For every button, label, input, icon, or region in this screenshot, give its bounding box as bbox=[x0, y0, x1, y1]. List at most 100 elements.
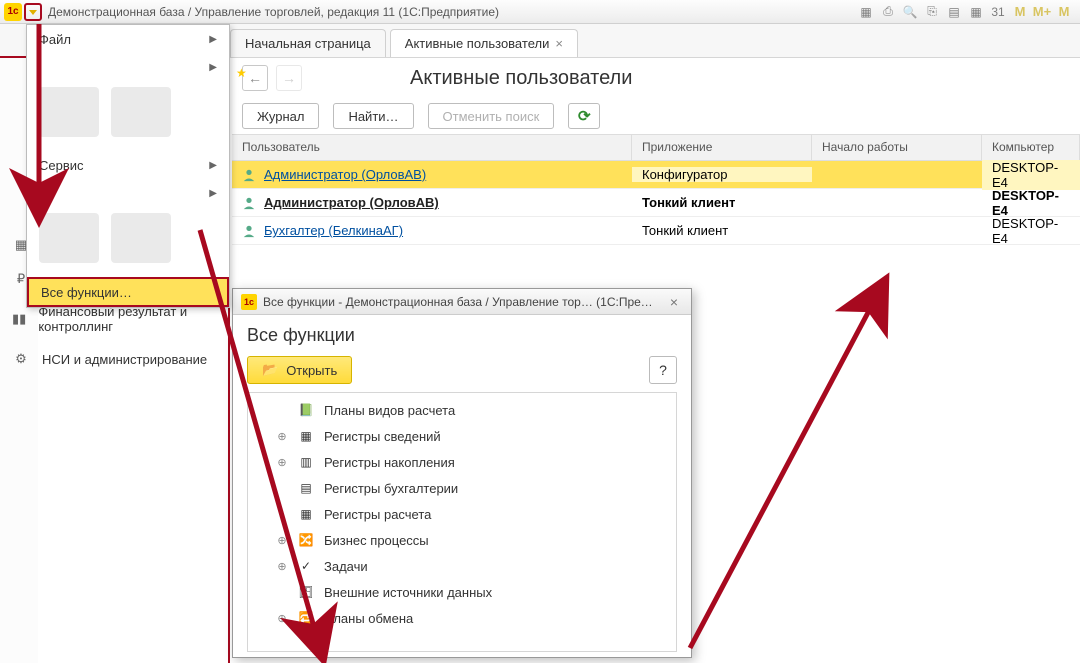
dialog-titlebar[interactable]: 1c Все функции - Демонстрационная база /… bbox=[233, 289, 691, 315]
submenu-arrow-icon: ▶ bbox=[209, 160, 217, 171]
calendar-icon[interactable]: ▦ bbox=[968, 4, 984, 20]
expander-icon[interactable]: ⊕ bbox=[276, 560, 288, 573]
bp-icon: 🔀 bbox=[298, 532, 314, 548]
titlebar-tools: ▦ ⎙ 🔍 ⎘ ▤ ▦ 31 M M+ M bbox=[858, 4, 1080, 20]
user-icon bbox=[242, 224, 256, 238]
user-link[interactable]: Администратор (ОрловАВ) bbox=[264, 167, 426, 182]
submenu-arrow-icon: ▶ bbox=[209, 34, 217, 45]
expander-icon[interactable]: ⊕ bbox=[276, 430, 288, 443]
window-title: Демонстрационная база / Управление торго… bbox=[48, 5, 499, 19]
tree-item[interactable]: ▦Регистры расчета bbox=[248, 501, 676, 527]
users-grid: Пользователь Приложение Начало работы Ко… bbox=[232, 134, 1080, 245]
all-functions-dialog: 1c Все функции - Демонстрационная база /… bbox=[232, 288, 692, 658]
menu-blank[interactable]: ▶ bbox=[27, 53, 229, 81]
cell-app: Тонкий клиент bbox=[632, 223, 812, 238]
col-start[interactable]: Начало работы bbox=[812, 135, 982, 160]
open-button[interactable]: 📂 Открыть bbox=[247, 356, 352, 384]
tab-label: Активные пользователи bbox=[405, 36, 550, 51]
window-thumbnail[interactable] bbox=[111, 213, 171, 263]
menu-thumbnails bbox=[27, 81, 229, 151]
menu-file[interactable]: Файл ▶ bbox=[27, 25, 229, 53]
date-icon[interactable]: 31 bbox=[990, 4, 1006, 20]
system-menu: Файл ▶ ▶ Сервис ▶ ▶ Все функции… bbox=[26, 24, 230, 308]
grid-row[interactable]: Бухгалтер (БелкинаАГ) Тонкий клиент DESK… bbox=[232, 217, 1080, 245]
tree-item[interactable]: ▤Регистры бухгалтерии bbox=[248, 475, 676, 501]
sidebar-item-nsi-admin[interactable]: ⚙ НСИ и администрирование bbox=[0, 342, 228, 376]
info-register-icon: ▦ bbox=[298, 428, 314, 444]
gear-icon: ⚙ bbox=[12, 350, 30, 368]
tool-icon[interactable]: ▦ bbox=[858, 4, 874, 20]
expander-icon[interactable]: ⊕ bbox=[276, 456, 288, 469]
window-thumbnail[interactable] bbox=[39, 87, 99, 137]
grid-row[interactable]: Администратор (ОрловАВ) Тонкий клиент DE… bbox=[232, 189, 1080, 217]
cell-app: Конфигуратор bbox=[632, 167, 812, 182]
tab-active-users[interactable]: Активные пользователи × bbox=[390, 29, 578, 57]
close-icon[interactable]: × bbox=[555, 36, 563, 51]
print-icon[interactable]: ⎙ bbox=[880, 4, 896, 20]
tree-item[interactable]: ⊕🔁Планы обмена bbox=[248, 605, 676, 631]
tree-item[interactable]: 🗄Внешние источники данных bbox=[248, 579, 676, 605]
m-plus-indicator[interactable]: M+ bbox=[1034, 4, 1050, 20]
search-icon[interactable]: 🔍 bbox=[902, 4, 918, 20]
tree-item[interactable]: 📗Планы видов расчета bbox=[248, 397, 676, 423]
menu-all-functions[interactable]: Все функции… bbox=[27, 277, 229, 307]
page-header: ← → Активные пользователи bbox=[232, 58, 1080, 98]
submenu-arrow-icon: ▶ bbox=[209, 188, 217, 199]
user-icon bbox=[242, 196, 256, 210]
expander-icon[interactable]: ⊕ bbox=[276, 612, 288, 625]
dialog-heading: Все функции bbox=[247, 325, 677, 346]
titlebar: 1c Демонстрационная база / Управление то… bbox=[0, 0, 1080, 24]
acc-register-icon: ▤ bbox=[298, 480, 314, 496]
menu-blank2[interactable]: ▶ bbox=[27, 179, 229, 207]
dialog-title: Все функции - Демонстрационная база / Уп… bbox=[263, 295, 659, 309]
accum-register-icon: ▥ bbox=[298, 454, 314, 470]
refresh-button[interactable]: ⟳ bbox=[568, 103, 600, 129]
link-icon[interactable]: ⎘ bbox=[924, 4, 940, 20]
grid-row[interactable]: Администратор (ОрловАВ) Конфигуратор DES… bbox=[232, 161, 1080, 189]
close-icon[interactable]: × bbox=[665, 293, 683, 311]
favorite-star-icon[interactable]: ★ bbox=[236, 66, 247, 80]
tree-item[interactable]: ⊕🔀Бизнес процессы bbox=[248, 527, 676, 553]
refresh-icon: ⟳ bbox=[578, 107, 591, 125]
col-user[interactable]: Пользователь bbox=[232, 135, 632, 160]
nav-forward-button[interactable]: → bbox=[276, 65, 302, 91]
calc-register-icon: ▦ bbox=[298, 506, 314, 522]
menu-thumbnails bbox=[27, 207, 229, 277]
cancel-search-button[interactable]: Отменить поиск bbox=[428, 103, 555, 129]
grid-header: Пользователь Приложение Начало работы Ко… bbox=[232, 135, 1080, 161]
user-icon bbox=[242, 168, 256, 182]
help-button[interactable]: ? bbox=[649, 356, 677, 384]
folder-open-icon: 📂 bbox=[262, 362, 278, 378]
cell-comp: DESKTOP-E4 bbox=[982, 188, 1080, 218]
functions-tree[interactable]: 📗Планы видов расчета ⊕▦Регистры сведений… bbox=[247, 392, 677, 652]
page-title: Активные пользователи bbox=[410, 67, 632, 90]
tree-item[interactable]: ⊕▦Регистры сведений bbox=[248, 423, 676, 449]
expander-icon[interactable]: ⊕ bbox=[276, 534, 288, 547]
m-indicator-2[interactable]: M bbox=[1056, 4, 1072, 20]
user-link[interactable]: Администратор (ОрловАВ) bbox=[264, 195, 439, 210]
window-thumbnail[interactable] bbox=[111, 87, 171, 137]
calc-icon[interactable]: ▤ bbox=[946, 4, 962, 20]
journal-button[interactable]: Журнал bbox=[242, 103, 319, 129]
user-link[interactable]: Бухгалтер (БелкинаАГ) bbox=[264, 223, 403, 238]
tree-item[interactable]: ⊕✓Задачи bbox=[248, 553, 676, 579]
window-thumbnail[interactable] bbox=[39, 213, 99, 263]
app-logo-icon: 1c bbox=[4, 3, 22, 21]
tab-start-page[interactable]: Начальная страница bbox=[230, 29, 386, 57]
m-indicator[interactable]: M bbox=[1012, 4, 1028, 20]
tree-item[interactable]: ⊕▥Регистры накопления bbox=[248, 449, 676, 475]
calc-plan-icon: 📗 bbox=[298, 402, 314, 418]
submenu-arrow-icon: ▶ bbox=[209, 62, 217, 73]
task-icon: ✓ bbox=[298, 558, 314, 574]
find-button[interactable]: Найти… bbox=[333, 103, 413, 129]
tab-label: Начальная страница bbox=[245, 36, 371, 51]
cell-comp: DESKTOP-E4 bbox=[982, 160, 1080, 190]
cell-app: Тонкий клиент bbox=[632, 195, 812, 210]
menu-service[interactable]: Сервис ▶ bbox=[27, 151, 229, 179]
cell-comp: DESKTOP-E4 bbox=[982, 216, 1080, 246]
exchange-plan-icon: 🔁 bbox=[298, 610, 314, 626]
chart-icon: ▮▮ bbox=[12, 310, 26, 328]
col-comp[interactable]: Компьютер bbox=[982, 135, 1080, 160]
col-app[interactable]: Приложение bbox=[632, 135, 812, 160]
system-menu-button[interactable] bbox=[24, 3, 42, 21]
